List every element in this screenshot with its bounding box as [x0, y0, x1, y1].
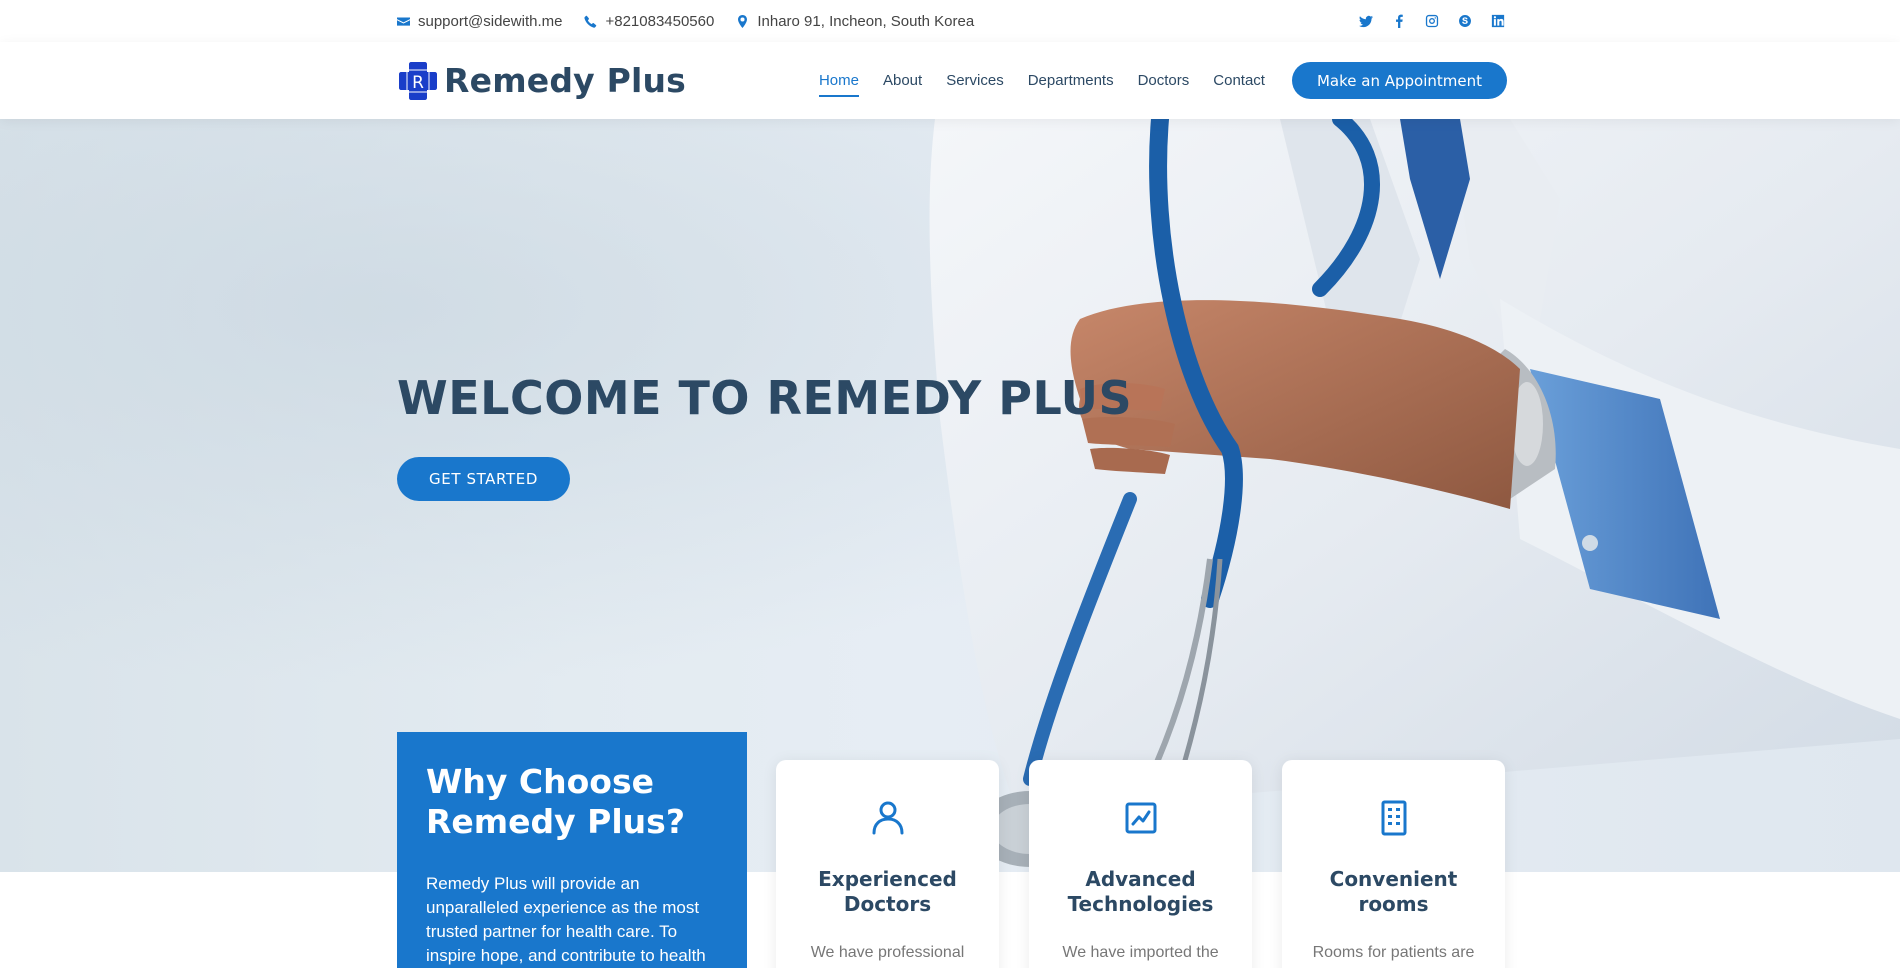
feature-card-rooms: Convenient rooms Rooms for patients are	[1282, 760, 1505, 968]
why-text: Remedy Plus will provide an unparalleled…	[426, 874, 706, 965]
top-bar: support@sidewith.me +821083450560 Inharo…	[0, 0, 1900, 42]
chart-icon	[1125, 802, 1156, 834]
nav-about[interactable]: About	[883, 66, 922, 95]
feature-text: We have professional	[810, 944, 965, 961]
nav-departments[interactable]: Departments	[1028, 66, 1114, 95]
site-header: R Remedy Plus Home About Services Depart…	[0, 42, 1900, 119]
twitter-icon[interactable]	[1357, 12, 1375, 30]
skype-icon[interactable]	[1456, 12, 1474, 30]
social-links	[1357, 12, 1507, 30]
nav-home[interactable]: Home	[818, 66, 859, 97]
feature-title: Experienced Doctors	[818, 867, 957, 916]
instagram-icon[interactable]	[1423, 12, 1441, 30]
contact-phone[interactable]: +821083450560	[584, 13, 714, 30]
nav-doctors[interactable]: Doctors	[1138, 66, 1190, 95]
logo-text: Remedy Plus	[444, 61, 687, 100]
contact-email[interactable]: support@sidewith.me	[397, 13, 562, 30]
address-text: Inharo 91, Incheon, South Korea	[757, 12, 975, 30]
why-title: Why Choose Remedy Plus?	[426, 762, 685, 841]
logo[interactable]: R Remedy Plus	[397, 60, 686, 102]
hero-title: WELCOME TO REMEDY PLUS	[397, 371, 1133, 425]
feature-card-doctors: Experienced Doctors We have professional	[776, 760, 999, 968]
nav-services[interactable]: Services	[946, 66, 1004, 95]
logo-cross-icon: R	[399, 61, 437, 100]
linkedin-icon[interactable]	[1489, 12, 1507, 30]
main-nav: Home About Services Departments Doctors …	[795, 66, 1265, 97]
map-pin-icon	[738, 14, 748, 28]
feature-title: Convenient rooms	[1329, 867, 1458, 916]
facebook-icon[interactable]	[1390, 12, 1408, 30]
make-appointment-button[interactable]: Make an Appointment	[1291, 62, 1507, 99]
email-text: support@sidewith.me	[418, 12, 563, 30]
nav-contact[interactable]: Contact	[1213, 66, 1265, 95]
phone-icon	[584, 15, 597, 28]
envelope-icon	[397, 16, 410, 26]
get-started-button[interactable]: GET STARTED	[397, 457, 570, 501]
logo-letter: R	[412, 73, 424, 93]
feature-title: Advanced Technologies	[1067, 867, 1214, 916]
phone-text: +821083450560	[605, 12, 715, 30]
person-icon	[872, 801, 903, 835]
feature-text: We have imported the	[1062, 944, 1219, 961]
contact-address: Inharo 91, Incheon, South Korea	[736, 13, 974, 30]
building-icon	[1381, 800, 1406, 836]
feature-text: Rooms for patients are	[1312, 944, 1475, 961]
feature-card-technologies: Advanced Technologies We have imported t…	[1029, 760, 1252, 968]
why-choose-box: Why Choose Remedy Plus? Remedy Plus will…	[397, 732, 747, 968]
